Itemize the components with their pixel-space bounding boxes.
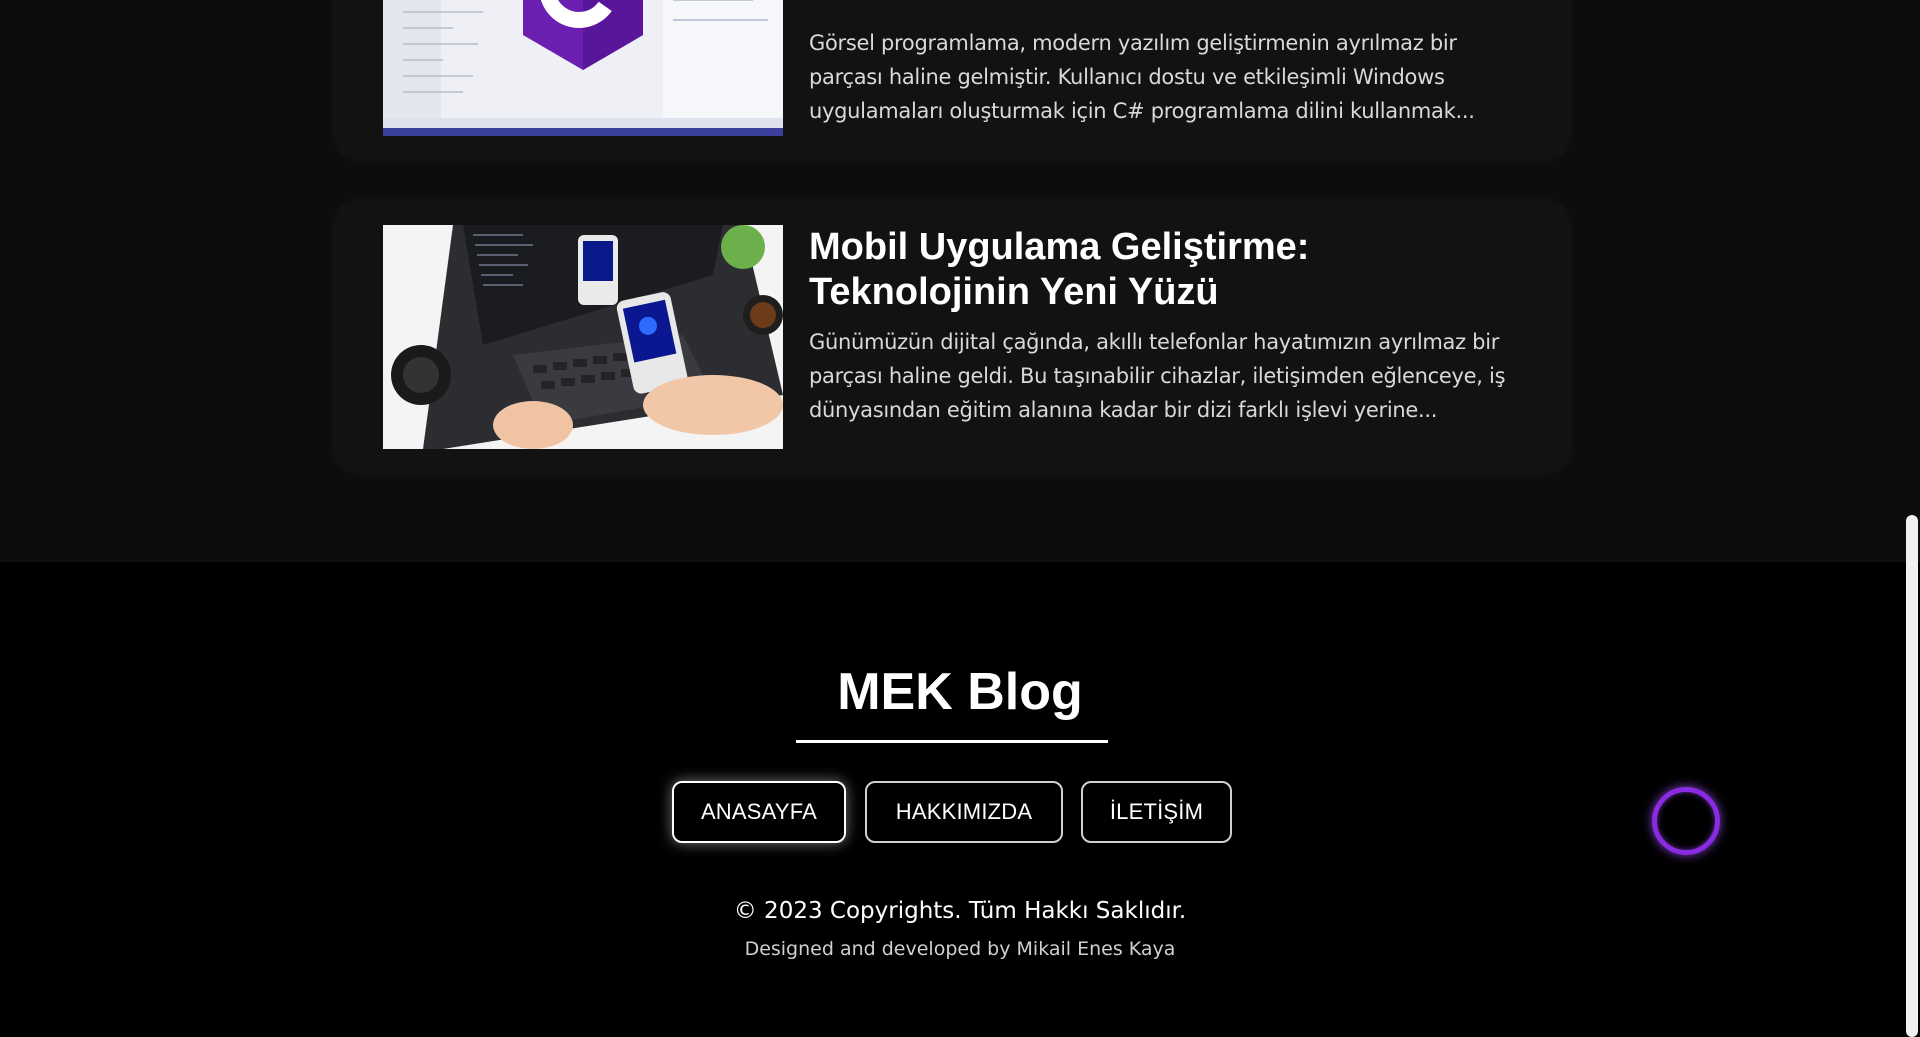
csharp-screenshot-image: # (383, 0, 783, 136)
blog-post-card[interactable]: # Görsel programlama, modern yazılım gel… (333, 0, 1571, 161)
nav-button-iletisim[interactable]: İLETİŞİM (1081, 781, 1232, 843)
blog-post-card[interactable]: Mobil Uygulama Geliştirme: Teknolojinin … (333, 199, 1571, 475)
post-thumbnail-csharp[interactable]: # (383, 0, 783, 136)
post-excerpt: Günümüzün dijital çağında, akıllı telefo… (809, 330, 1506, 422)
nav-button-anasayfa[interactable]: ANASAYFA (672, 781, 846, 843)
nav-button-hakkimizda[interactable]: HAKKIMIZDA (865, 781, 1063, 843)
circle-ring-icon[interactable] (1652, 787, 1720, 855)
post-thumbnail-mobile[interactable] (383, 225, 783, 449)
blog-post-list: # Görsel programlama, modern yazılım gel… (0, 0, 1920, 562)
page-scrollbar[interactable] (1904, 0, 1920, 1037)
post-excerpt: Görsel programlama, modern yazılım geliş… (809, 31, 1475, 123)
footer-brand[interactable]: MEK Blog (0, 661, 1920, 723)
post-text: Mobil Uygulama Geliştirme: Teknolojinin … (809, 225, 1529, 427)
brand-underline (796, 740, 1108, 743)
page: # Görsel programlama, modern yazılım gel… (0, 0, 1920, 1037)
site-footer: MEK Blog ANASAYFA HAKKIMIZDA İLETİŞİM © … (0, 562, 1920, 1037)
copyright-text: © 2023 Copyrights. Tüm Hakkı Saklıdır. (733, 898, 1187, 924)
mobile-development-image (383, 225, 783, 449)
post-text: Görsel programlama, modern yazılım geliş… (809, 16, 1529, 128)
scrollbar-thumb[interactable] (1906, 515, 1918, 1037)
footer-nav: ANASAYFA HAKKIMIZDA İLETİŞİM (0, 781, 1920, 843)
post-title[interactable]: Mobil Uygulama Geliştirme: Teknolojinin … (809, 225, 1529, 315)
credit-text: Designed and developed by Mikail Enes Ka… (744, 938, 1176, 960)
